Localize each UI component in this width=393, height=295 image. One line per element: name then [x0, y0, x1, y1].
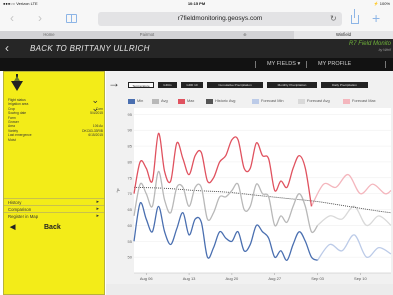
browser-toolbar: ‹ › r7fieldmonitoring.geosys.com ↻ +: [0, 7, 393, 31]
browser-tab[interactable]: Home: [0, 31, 98, 39]
detail-row: Moist: [8, 138, 103, 142]
y-tick-label: 75: [128, 175, 133, 180]
plot-background: [134, 108, 391, 273]
status-bar: ●●●○○ Verizon LTE 10:15 PM ⚡ 100%: [0, 0, 393, 7]
x-tick-label: Aug 27: [268, 276, 281, 281]
app-header: ‹ BACK TO BRITTANY ULLRICH R7 Field Moni…: [0, 39, 393, 58]
browser-tab-active[interactable]: Winfield: [294, 31, 393, 39]
back-triangle-icon: ◀: [10, 224, 16, 231]
y-axis-label: °F: [116, 188, 121, 193]
y-tick-label: 70: [128, 191, 133, 196]
sidebar-item-comparison[interactable]: Comparison ▸: [4, 205, 104, 212]
y-tick-label: 95: [128, 112, 133, 117]
forward-chevron-icon[interactable]: ›: [38, 11, 42, 25]
sub-navigation: MY FIELDS ▾ MY PROFILE: [0, 58, 393, 71]
chart-panel: → Temperature GDUs GDD 10 Cumulative Pre…: [106, 71, 393, 295]
x-tick-label: Aug 13: [183, 276, 196, 281]
brand-name: R7 Field Monito: [348, 41, 391, 47]
y-tick-label: 65: [128, 207, 133, 212]
x-tick-label: Sep 03: [311, 276, 324, 281]
divider: [385, 61, 386, 68]
brand-logo: R7 Field Monito by Winfi: [349, 41, 391, 52]
bookmarks-icon[interactable]: [66, 14, 77, 23]
back-chevron-icon[interactable]: ‹: [10, 11, 14, 25]
brand-tagline: by Winfi: [378, 48, 391, 52]
sidebar-links: History ▸ Comparison ▸ Register in Map ▸: [4, 198, 104, 219]
x-tick-label: Sep 10: [354, 276, 367, 281]
back-button-label: Back: [44, 224, 61, 231]
y-tick-label: 60: [128, 223, 133, 228]
browser-tab[interactable]: ⊕: [196, 31, 294, 39]
sidebar-item-history[interactable]: History ▸: [4, 198, 104, 205]
y-tick-label: 80: [128, 159, 133, 164]
sidebar-item-label: Register in Map: [8, 214, 39, 219]
back-chevron-icon[interactable]: ‹: [5, 41, 9, 55]
new-tab-plus-icon[interactable]: +: [372, 10, 380, 26]
y-tick-label: 90: [128, 128, 133, 133]
x-tick-label: Aug 20: [226, 276, 239, 281]
field-pin-icon: [11, 74, 23, 91]
field-sidebar: ⌄ ⌄ Flight status Irrigation area Crop Co…: [3, 71, 105, 295]
reload-icon[interactable]: ↻: [330, 12, 337, 26]
address-bar[interactable]: r7fieldmonitoring.geosys.com: [98, 12, 342, 26]
back-to-user-link[interactable]: BACK TO BRITTANY ULLRICH: [30, 43, 150, 54]
browser-tab-bar: Home Pairmot ⊕ Winfield: [0, 31, 393, 39]
my-profile-link[interactable]: MY PROFILE: [318, 60, 351, 69]
chart-footer: [106, 284, 393, 295]
battery-indicator: ⚡ 100%: [373, 1, 390, 6]
y-tick-label: 85: [128, 144, 133, 149]
share-icon[interactable]: [351, 9, 359, 24]
divider: [255, 61, 256, 68]
x-tick-label: Aug 06: [140, 276, 153, 281]
field-details: Flight status Irrigation area Crop Corn S…: [8, 98, 103, 142]
my-fields-menu[interactable]: MY FIELDS ▾: [267, 60, 300, 69]
divider: [306, 61, 307, 68]
caret-right-icon: ▸: [96, 213, 99, 219]
temperature-chart: 50 55 60 65 70 75 80 85 90 95 °F Aug 06 Aug 13 Aug 20…: [116, 108, 392, 281]
browser-tab[interactable]: Pairmot: [98, 31, 196, 39]
clock: 10:15 PM: [187, 1, 206, 6]
detail-label: Moist: [8, 137, 16, 142]
y-tick-label: 55: [128, 239, 133, 244]
back-button[interactable]: ◀ Back: [4, 222, 104, 234]
sidebar-item-register-in-map[interactable]: Register in Map ▸: [4, 212, 104, 219]
y-tick-label: 50: [128, 255, 133, 260]
